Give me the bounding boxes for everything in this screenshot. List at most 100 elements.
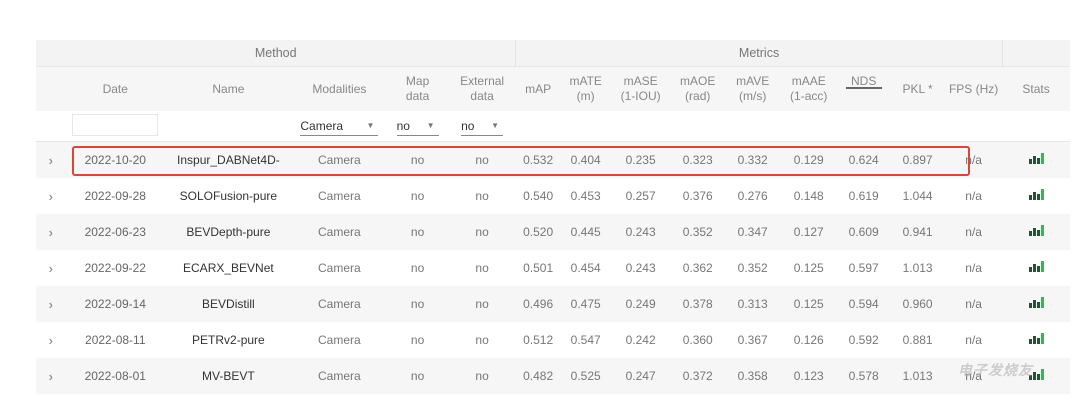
cell-mAAE: 0.123 [780,358,838,394]
watermark: 电子发烧友 [958,362,1033,378]
bar-chart-icon[interactable] [1029,261,1045,272]
table-row[interactable]: › 2022-09-14 BEVDistill Camera no no 0.496 0.47… [36,286,1070,322]
modalities-filter-value: Camera [300,118,344,133]
chevron-right-icon[interactable]: › [49,297,53,312]
cell-mASE: 0.242 [625,333,656,347]
chevron-right-icon[interactable]: › [49,225,53,240]
stats-cell [1002,178,1070,214]
header-mAAE[interactable]: mAAE (1-acc) [780,66,838,111]
cell-FPS: n/a [965,189,982,203]
cell-PKL: 1.013 [890,358,946,394]
cell-mAAE: 0.129 [780,141,838,178]
chevron-right-icon[interactable]: › [49,261,53,276]
table-row[interactable]: › 2022-10-20 Inspur_DABNet4D- Camera no no 0.5… [36,141,1070,178]
cell-mASE: 0.243 [625,261,656,275]
bar-chart-icon[interactable] [1029,189,1045,200]
cell-external-data: no [475,189,489,203]
stats-cell [1002,250,1070,286]
cell-map-data: no [386,286,449,322]
cell-modalities: Camera [318,333,361,347]
cell-date: 2022-08-11 [85,333,146,347]
expand-cell: › [36,286,66,322]
header-NDS[interactable]: NDS [837,66,891,111]
cell-map-data: no [410,261,425,275]
stats-cell [1002,141,1070,178]
cell-mAVE: 0.352 [737,261,768,275]
cell-PKL: 0.941 [890,214,946,250]
cell-map-data: no [410,189,425,203]
table-row[interactable]: › 2022-08-01 MV-BEVT Camera no no 0.482 0.525 0.… [36,358,1070,394]
cell-name: BEVDepth-pure [164,214,292,250]
map-filter-select[interactable]: no ▼ [396,117,439,136]
external-filter-value: no [461,118,475,133]
header-mAVE[interactable]: mAVE (m/s) [725,66,781,111]
cell-map-data: no [386,214,449,250]
column-group-row: Method Metrics [36,40,1070,67]
cell-PKL: 1.044 [902,189,933,203]
cell-FPS: n/a [965,261,982,275]
cell-name: MV-BEVT [164,358,292,394]
table-body: › 2022-10-20 Inspur_DABNet4D- Camera no no 0.5… [36,141,1070,394]
cell-mAP: 0.512 [523,333,554,347]
chevron-right-icon[interactable]: › [49,153,53,168]
header-PKL[interactable]: PKL * [890,66,946,111]
header-mAP[interactable]: mAP [515,66,561,111]
leaderboard-table-container: Method Metrics Date Name Modalities Map d… [36,40,1070,394]
header-FPS[interactable]: FPS (Hz) [945,66,1003,111]
table-row[interactable]: › 2022-09-28 SOLOFusion-pure Camera no no 0.54… [36,178,1070,214]
map-filter-value: no [396,118,410,133]
external-filter-select[interactable]: no ▼ [461,117,504,136]
cell-modalities: Camera [291,214,387,250]
cell-mAVE: 0.332 [725,141,781,178]
chevron-right-icon[interactable]: › [49,189,53,204]
modalities-filter-select[interactable]: Camera ▼ [300,117,379,136]
cell-mAP: 0.520 [515,214,561,250]
cell-PKL: 1.013 [902,261,933,275]
header-mAOE[interactable]: mAOE (rad) [670,66,726,111]
bar-chart-icon[interactable] [1029,333,1045,344]
header-map-line1: Map [405,74,430,88]
date-filter-input[interactable] [72,113,159,136]
cell-mAP: 0.496 [515,286,561,322]
expand-cell: › [36,250,66,286]
cell-mATE: 0.404 [560,141,612,178]
cell-FPS: n/a [945,214,1003,250]
chevron-right-icon[interactable]: › [49,369,53,384]
chevron-right-icon[interactable]: › [49,333,53,348]
cell-external-data: no [448,286,516,322]
header-date[interactable]: Date [65,66,165,111]
cell-name: Inspur_DABNet4D- [164,141,292,178]
bar-chart-icon[interactable] [1029,225,1045,236]
cell-NDS: 0.578 [837,358,891,394]
bar-chart-icon[interactable] [1029,153,1045,164]
cell-NDS: 0.592 [848,333,879,347]
bar-chart-icon[interactable] [1029,297,1045,308]
header-mAOE-line1: mAOE [680,74,716,88]
cell-modalities: Camera [291,358,387,394]
table-row[interactable]: › 2022-06-23 BEVDepth-pure Camera no no 0.520 0… [36,214,1070,250]
cell-external-data: no [448,141,516,178]
cell-PKL: 0.960 [890,286,946,322]
cell-mAP: 0.532 [515,141,561,178]
cell-mAP: 0.540 [523,189,554,203]
cell-mATE: 0.475 [560,286,612,322]
header-stats: Stats [1002,66,1070,111]
cell-name: ECARX_BEVNet [183,261,274,275]
header-name[interactable]: Name [164,66,292,111]
dropdown-arrow-icon: ▼ [491,120,500,130]
map-filter-cell: no ▼ [386,111,449,142]
header-map-data[interactable]: Map data [386,66,449,111]
cell-mAOE: 0.362 [682,261,713,275]
header-modalities[interactable]: Modalities [291,66,387,111]
header-mASE[interactable]: mASE (1-IOU) [611,66,671,111]
cell-external-data: no [448,214,516,250]
header-external-data[interactable]: External data [448,66,516,111]
stats-cell [1002,214,1070,250]
header-mATE[interactable]: mATE (m) [560,66,612,111]
header-external-line2: data [470,89,494,103]
table-row[interactable]: › 2022-08-11 PETRv2-pure Camera no no 0.512 0.5… [36,322,1070,358]
cell-modalities: Camera [291,141,387,178]
table-row[interactable]: › 2022-09-22 ECARX_BEVNet Camera no no 0.501 0.… [36,250,1070,286]
cell-mASE: 0.257 [625,189,656,203]
dropdown-arrow-icon: ▼ [426,120,435,130]
